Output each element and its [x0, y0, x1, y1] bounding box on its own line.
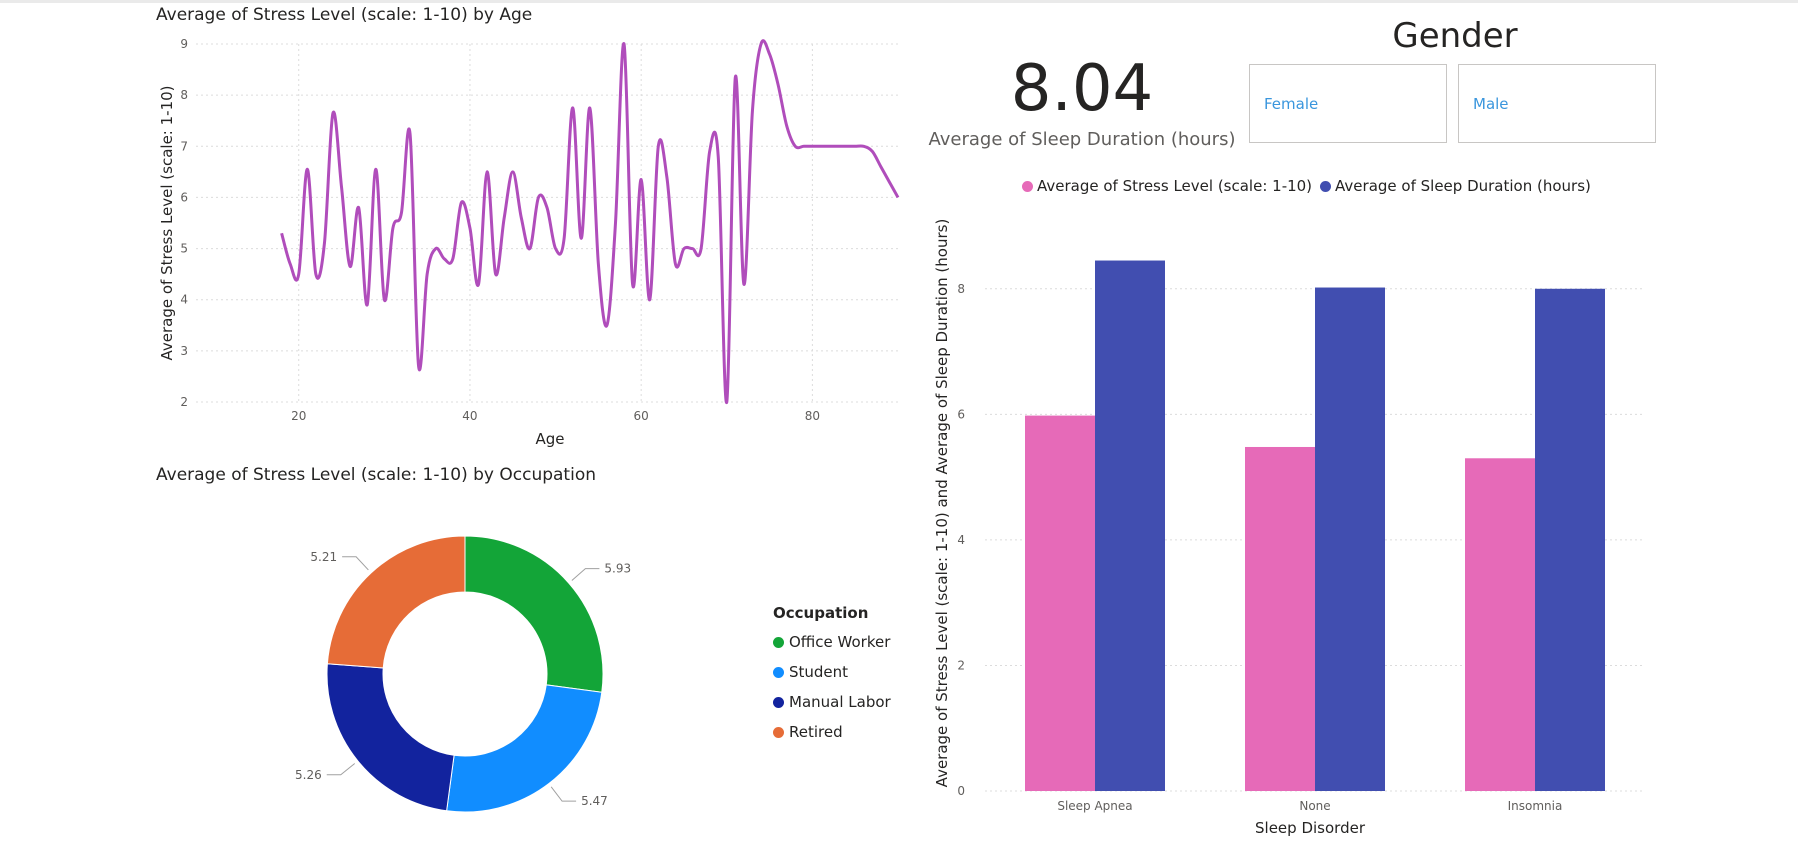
- bar-sleep-1[interactable]: [1315, 287, 1385, 791]
- bar-y-tick-label: 0: [957, 784, 965, 798]
- bar-y-tick-label: 4: [957, 533, 965, 547]
- bar-stress-0[interactable]: [1025, 415, 1095, 791]
- bar-y-tick-label: 2: [957, 658, 965, 672]
- bar-x-tick-label: Sleep Apnea: [1057, 799, 1132, 813]
- bar-x-axis-title: Sleep Disorder: [1255, 819, 1366, 837]
- bar-y-axis-title: Average of Stress Level (scale: 1-10) an…: [933, 219, 951, 788]
- bar-x-tick-label: Insomnia: [1508, 799, 1563, 813]
- bar-sleep-2[interactable]: [1535, 288, 1605, 791]
- bar-sleep-0[interactable]: [1095, 260, 1165, 791]
- bar-stress-2[interactable]: [1465, 458, 1535, 791]
- bar-y-tick-label: 8: [957, 282, 965, 296]
- bar-y-tick-label: 6: [957, 407, 965, 421]
- bar-chart: Sleep Disorder Average of Stress Level (…: [933, 219, 1645, 837]
- bar-x-tick-label: None: [1299, 799, 1330, 813]
- bar-stress-1[interactable]: [1245, 446, 1315, 791]
